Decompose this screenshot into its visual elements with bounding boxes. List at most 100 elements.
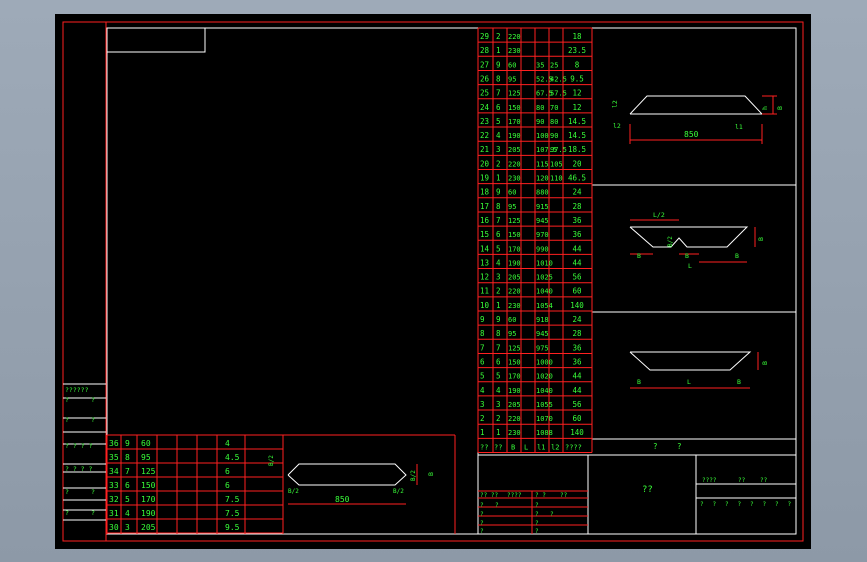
dimension-text: h [761,106,769,110]
dimension-text: B/2 [410,470,417,481]
column-header: L [524,443,528,451]
row-weight: 36 [572,357,582,366]
row-width: 190 [141,509,156,518]
row-number: 22 [480,131,489,140]
title-label: ?? ?? [480,492,498,499]
row-number: 19 [480,174,489,183]
row-size: 2 [496,414,501,423]
row-weight: 6 [225,481,230,490]
row-number: 28 [480,46,490,55]
right-parameter-table: 29 2 220 1828 1 230 23.527 9 60 35 25 826 8 95 52.542.… [477,27,682,453]
row-number: 36 [109,439,119,448]
row-l1: 915 [536,203,549,211]
row-number: 7 [480,343,485,352]
row-weight: 14.5 [568,117,586,126]
strip-label: ? [91,509,95,517]
title-cell: ? [750,501,754,508]
row-l1: 945 [536,217,549,225]
row-weight: 140 [570,301,584,310]
dimension-text: l1 [735,123,743,131]
row-weight: 18.5 [568,145,586,154]
row-number: 26 [480,74,490,83]
row-size: 9 [496,188,501,197]
row-number: 35 [109,453,119,462]
column-header: l2 [551,443,559,451]
row-weight: 36 [572,216,582,225]
row-l1: 990 [536,245,549,253]
row-l1: 1040 [536,387,553,395]
row-width: 220 [508,33,521,41]
title-cell: ? [550,511,554,518]
dimension-text: l2 [611,100,619,108]
row-weight: 6 [225,467,230,476]
title-cell: ? [535,520,539,527]
row-weight: 4 [225,439,230,448]
row-number: 33 [109,481,119,490]
row-number: 20 [480,159,490,168]
row-weight: 60 [572,287,582,296]
row-l1: 975 [536,344,549,352]
row-width: 170 [508,245,521,253]
row-weight: 24 [572,188,582,197]
row-weight: 14.5 [568,131,586,140]
row-size: 3 [496,400,501,409]
row-number: 15 [480,230,489,239]
row-weight: 44 [572,258,582,267]
row-width: 205 [508,401,521,409]
row-weight: 36 [572,230,582,239]
row-l2: 105 [550,160,563,168]
row-weight: 44 [572,244,582,253]
row-l2: 110 [550,175,563,183]
row-size: 7 [125,467,130,476]
row-width: 170 [508,118,521,126]
row-l2: 90 [550,132,558,140]
row-number: 6 [480,357,485,366]
row-width: 230 [508,429,521,437]
row-width: 150 [508,358,521,366]
row-width: 125 [508,344,521,352]
row-weight: 7.5 [225,495,240,504]
title-label: ?? [738,477,746,484]
row-weight: 18 [572,32,582,41]
row-number: 2 [480,414,485,423]
row-width: 205 [508,274,521,282]
row-l1: 1020 [536,373,553,381]
row-l2: 70 [550,104,558,112]
row-width: 60 [508,316,516,324]
row-size: 9 [496,60,501,69]
title-cell: ? [738,501,742,508]
row-weight: 56 [572,400,582,409]
row-l2: 57.5 [550,90,567,98]
row-width: 230 [508,302,521,310]
dimension-text: 850 [335,495,350,504]
row-l1: 35 [536,61,544,69]
strip-label: ? ? ? ? [65,465,92,473]
row-width: 150 [508,231,521,239]
row-l1: 100 [536,132,549,140]
title-cell: ? [788,501,792,508]
row-size: 6 [125,481,130,490]
title-cell: ? [480,520,484,527]
row-number: 29 [480,32,489,41]
column-header: ?? [480,443,488,451]
row-width: 125 [508,217,521,225]
row-number: 11 [480,287,489,296]
row-width: 95 [508,330,516,338]
row-size: 3 [125,523,130,532]
dimension-text: L [687,378,691,386]
row-l1: 880 [536,189,549,197]
dimension-text: B [637,378,641,386]
column-header: ?? [494,443,502,451]
dimension-text: B [427,472,435,476]
row-l1: 1025 [536,274,553,282]
cad-drawing-viewport[interactable]: ??????????? ? ? ?? ? ? ????? 36 9 60 435 8 95… [55,14,811,549]
row-l2: 97.5 [550,146,567,154]
row-width: 95 [141,453,151,462]
row-size: 4 [496,131,501,140]
row-l1: 918 [536,316,549,324]
row-number: 25 [480,89,489,98]
row-width: 125 [508,90,521,98]
column-header: ???? [565,443,582,451]
row-weight: 20 [572,159,582,168]
row-size: 2 [496,287,501,296]
